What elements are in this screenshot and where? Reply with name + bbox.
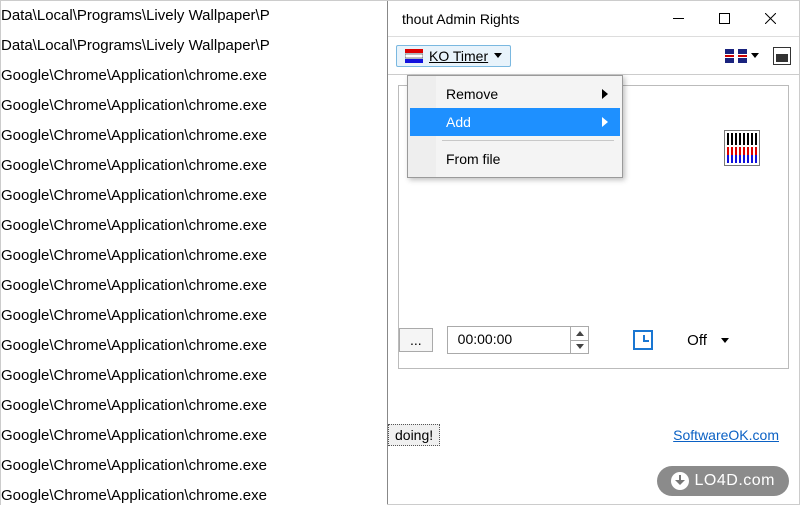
app-icon [724, 130, 760, 166]
path-row[interactable]: Google\Chrome\Application\chrome.exe [1, 151, 387, 181]
state-dropdown[interactable]: Off [677, 329, 735, 352]
path-row[interactable]: Data\Local\Programs\Lively Wallpaper\P [1, 31, 387, 61]
caret-down-icon [494, 53, 502, 58]
flag-uk-icon [725, 49, 747, 63]
path-row[interactable]: Data\Local\Programs\Lively Wallpaper\P [1, 1, 387, 31]
path-row[interactable]: Google\Chrome\Application\chrome.exe [1, 61, 387, 91]
path-row[interactable]: Google\Chrome\Application\chrome.exe [1, 271, 387, 301]
minimize-button[interactable] [655, 4, 701, 34]
titlebar: thout Admin Rights [388, 1, 799, 37]
spin-up-button[interactable] [571, 327, 588, 341]
menu-item-label: Add [446, 114, 471, 130]
spin-down-button[interactable] [571, 341, 588, 354]
watermark: LO4D.com [657, 466, 789, 496]
clock-icon [633, 330, 653, 350]
menu-item-from-file[interactable]: From file [410, 145, 620, 173]
path-row[interactable]: Google\Chrome\Application\chrome.exe [1, 361, 387, 391]
browse-button[interactable]: ... [399, 328, 433, 352]
kotimer-dropdown-button[interactable]: KO Timer [396, 45, 511, 67]
watermark-text: LO4D.com [695, 472, 775, 490]
download-icon [671, 472, 689, 490]
kotimer-icon [405, 49, 423, 63]
kotimer-menu: Remove Add From file [407, 75, 623, 178]
bottom-row: doing! SoftwareOK.com [388, 424, 789, 446]
timer-row: ... 00:00:00 Off [399, 326, 778, 354]
language-dropdown[interactable] [721, 47, 763, 65]
time-spinner[interactable]: 00:00:00 [447, 326, 590, 354]
path-row[interactable]: Google\Chrome\Application\chrome.exe [1, 241, 387, 271]
menu-item-label: From file [446, 151, 500, 167]
doing-button[interactable]: doing! [388, 424, 440, 446]
state-label: Off [687, 332, 707, 349]
menu-item-label: Remove [446, 86, 498, 102]
path-row[interactable]: Google\Chrome\Application\chrome.exe [1, 481, 387, 506]
menu-item-add[interactable]: Add [410, 108, 620, 136]
caret-down-icon [751, 53, 759, 58]
path-row[interactable]: Google\Chrome\Application\chrome.exe [1, 301, 387, 331]
time-value[interactable]: 00:00:00 [448, 327, 571, 353]
toolbar: KO Timer [388, 37, 799, 75]
window-title: thout Admin Rights [402, 11, 520, 27]
path-row[interactable]: Google\Chrome\Application\chrome.exe [1, 91, 387, 121]
menu-separator [442, 140, 614, 141]
caret-down-icon [721, 338, 729, 343]
path-row[interactable]: Google\Chrome\Application\chrome.exe [1, 451, 387, 481]
softwareok-link[interactable]: SoftwareOK.com [673, 427, 779, 443]
kotimer-label: KO Timer [429, 48, 488, 64]
path-row[interactable]: Google\Chrome\Application\chrome.exe [1, 421, 387, 451]
maximize-button[interactable] [701, 4, 747, 34]
process-path-list: Data\Local\Programs\Lively Wallpaper\PDa… [1, 1, 387, 506]
path-row[interactable]: Google\Chrome\Application\chrome.exe [1, 181, 387, 211]
path-row[interactable]: Google\Chrome\Application\chrome.exe [1, 121, 387, 151]
path-row[interactable]: Google\Chrome\Application\chrome.exe [1, 211, 387, 241]
close-button[interactable] [747, 4, 793, 34]
path-row[interactable]: Google\Chrome\Application\chrome.exe [1, 391, 387, 421]
menu-item-remove[interactable]: Remove [410, 80, 620, 108]
path-row[interactable]: Google\Chrome\Application\chrome.exe [1, 331, 387, 361]
save-button[interactable] [773, 47, 791, 65]
window-controls [655, 4, 793, 34]
